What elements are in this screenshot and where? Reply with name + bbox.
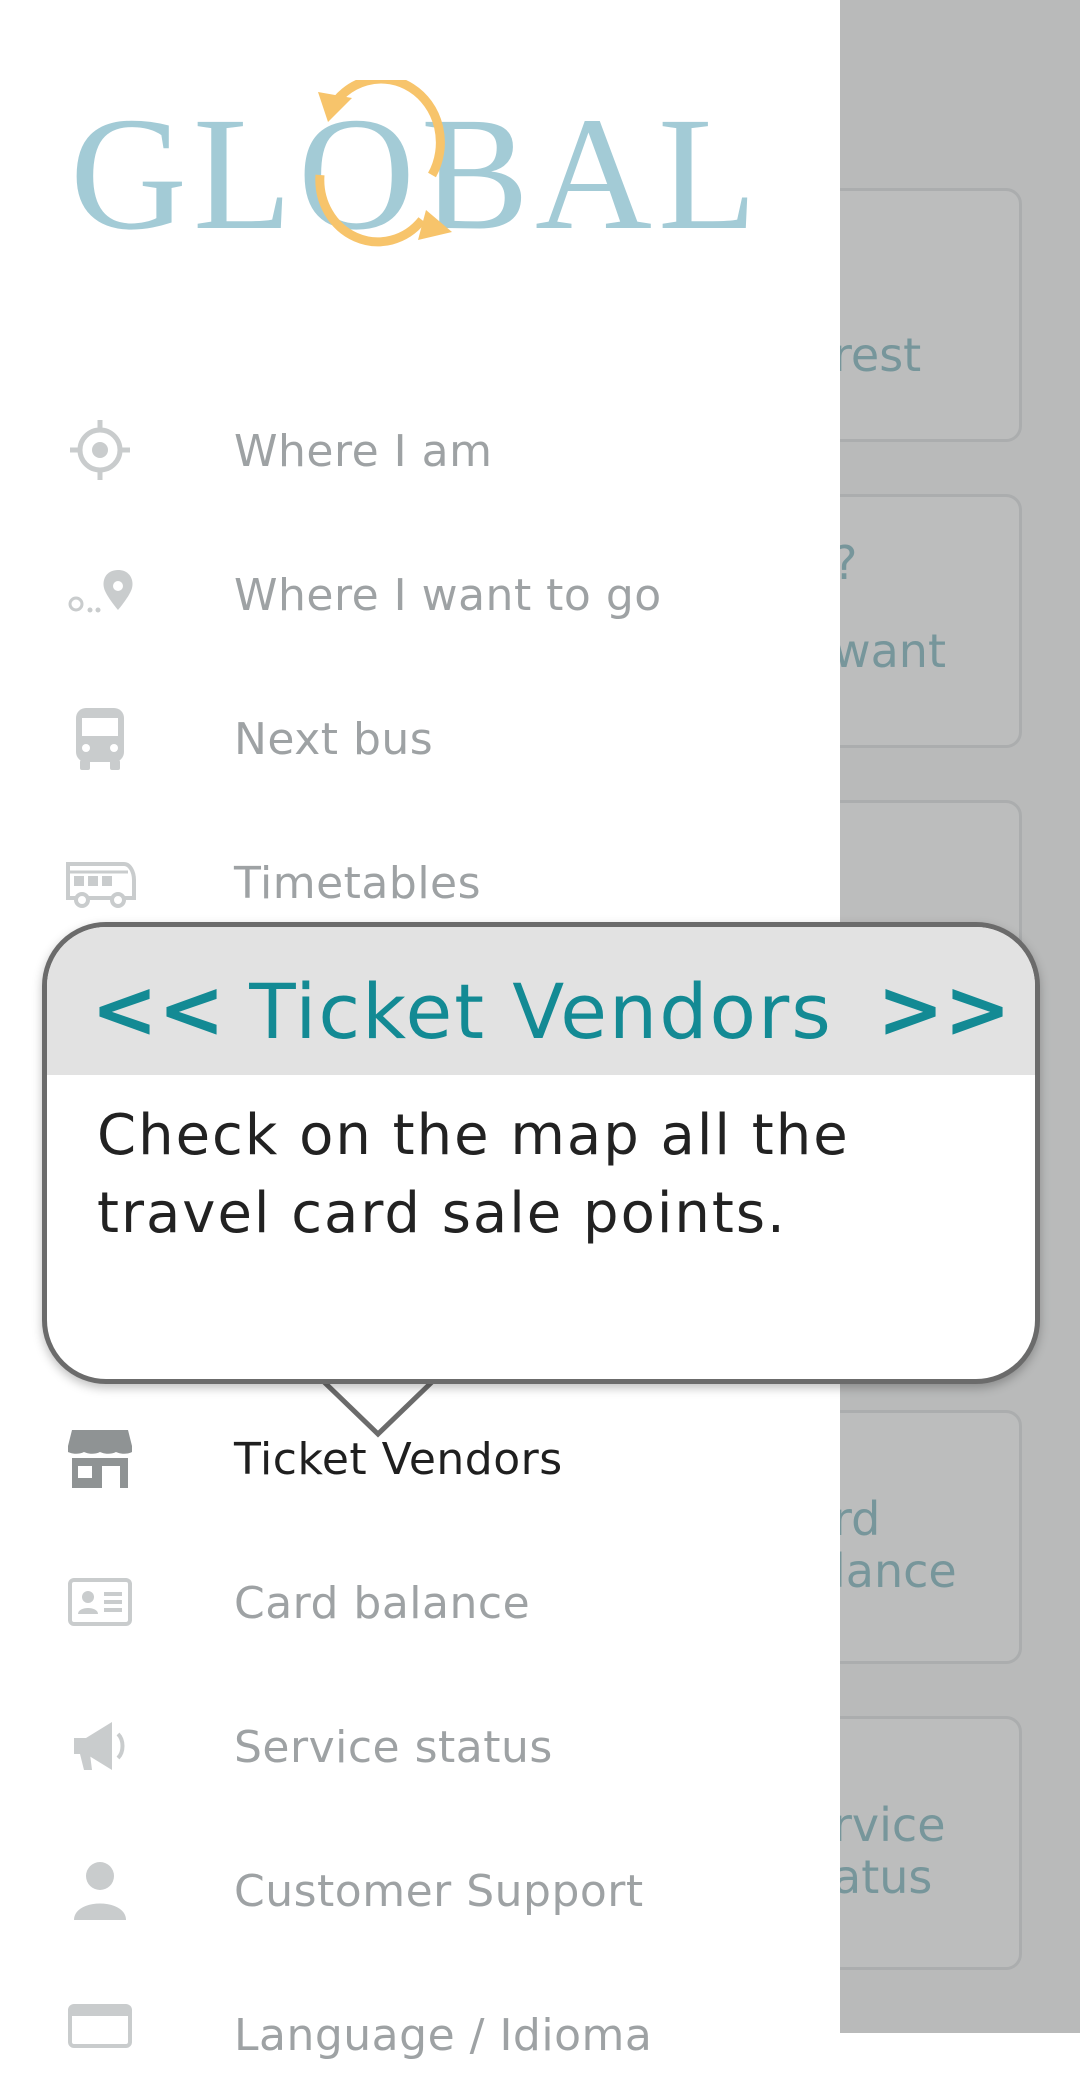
- logo-text: GLOBAL: [70, 85, 763, 264]
- route-pin-icon: [68, 570, 133, 613]
- user-icon: [74, 1862, 126, 1920]
- menu-label: Service status: [234, 1722, 553, 1773]
- menu-item-card-balance[interactable]: Card balance: [0, 1552, 840, 1652]
- menu-item-customer-support[interactable]: Customer Support: [0, 1840, 840, 1940]
- menu-label: Where I want to go: [234, 570, 662, 621]
- id-card-icon: [68, 1578, 132, 1626]
- menu-label: Customer Support: [234, 1866, 644, 1917]
- language-icon: [68, 2004, 132, 2048]
- menu-item-where-i-want-to-go[interactable]: Where I want to go: [0, 544, 840, 644]
- megaphone-icon: [74, 1722, 125, 1770]
- menu-item-where-i-am[interactable]: Where I am: [0, 400, 840, 500]
- onboarding-tooltip: << Ticket Vendors >> Check on the map al…: [42, 922, 1040, 1384]
- menu-item-next-bus[interactable]: Next bus: [0, 688, 840, 788]
- menu-item-language[interactable]: Language / Idioma: [0, 1984, 840, 2084]
- menu-label: Timetables: [234, 858, 482, 909]
- coach-icon: [66, 862, 136, 908]
- global-logo: GLOBAL: [70, 80, 763, 264]
- menu-label: Next bus: [234, 714, 434, 765]
- menu-item-service-status[interactable]: Service status: [0, 1696, 840, 1796]
- tooltip-body: Check on the map all the travel card sal…: [97, 1103, 850, 1246]
- menu-item-timetables[interactable]: Timetables: [0, 832, 840, 932]
- menu-label: Where I am: [234, 426, 493, 477]
- bus-icon: [76, 708, 124, 770]
- next-tip-button[interactable]: >>: [877, 965, 1011, 1055]
- menu-label: Ticket Vendors: [234, 1434, 563, 1485]
- menu-label: Card balance: [234, 1578, 531, 1629]
- tooltip-header: << Ticket Vendors >>: [47, 927, 1035, 1075]
- menu-label: Language / Idioma: [234, 2010, 653, 2061]
- target-icon: [70, 420, 130, 480]
- storefront-icon: [68, 1430, 132, 1488]
- tooltip-pointer: [322, 1376, 434, 1438]
